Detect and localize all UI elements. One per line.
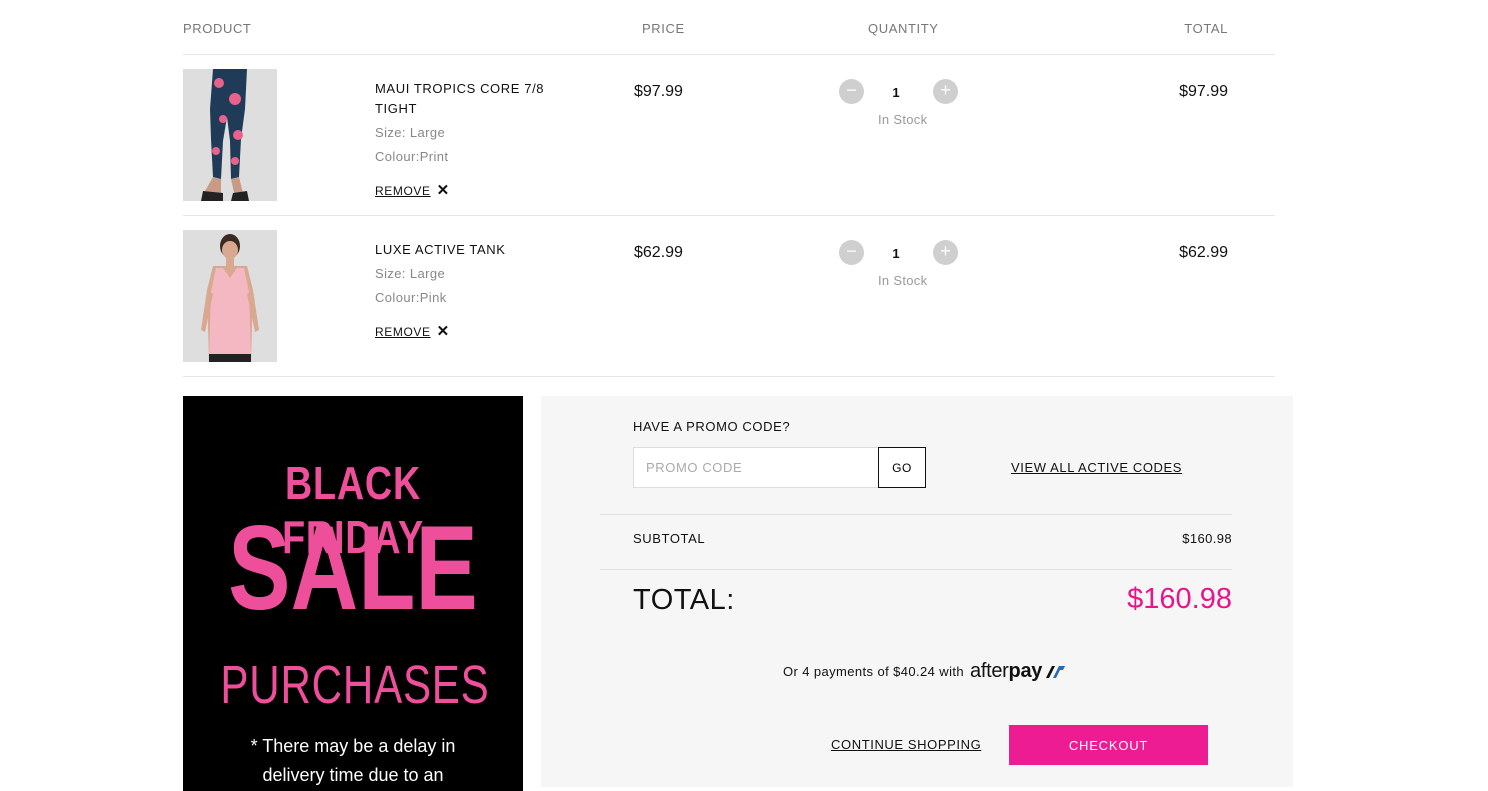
banner-line-3: PURCHASES (220, 655, 490, 715)
banner-line-2: SALE (228, 501, 478, 635)
stock-status: In Stock (878, 112, 928, 127)
banner-note: * There may be a delay in delivery time … (183, 732, 523, 790)
black-friday-banner[interactable]: BLACK FRIDAY SALE PURCHASES * There may … (183, 396, 523, 791)
decrease-quantity-button[interactable]: − (839, 79, 864, 104)
product-image-tight (183, 69, 277, 201)
total-label: TOTAL: (633, 584, 735, 616)
afterpay-text: Or 4 payments of $40.24 with (783, 664, 965, 679)
view-active-codes-link[interactable]: VIEW ALL ACTIVE CODES (1011, 460, 1182, 475)
item-price: $62.99 (634, 244, 683, 261)
increase-quantity-button[interactable]: + (933, 240, 958, 265)
product-size: Size: Large (375, 266, 446, 281)
cart-item-row: LUXE ACTIVE TANK Size: Large Colour:Pink… (183, 216, 1275, 377)
checkout-button[interactable]: CHECKOUT (1009, 725, 1208, 765)
banner-note-line-1: * There may be a delay in (250, 736, 456, 756)
quantity-stepper: − 1 + (839, 240, 959, 266)
cart-header-row: PRODUCT PRICE QUANTITY TOTAL (183, 0, 1275, 55)
order-summary: HAVE A PROMO CODE? GO VIEW ALL ACTIVE CO… (541, 396, 1293, 787)
afterpay-arrows-icon (1046, 665, 1066, 678)
divider (600, 569, 1232, 570)
product-name[interactable]: MAUI TROPICS CORE 7/8 TIGHT (375, 79, 545, 119)
stock-status: In Stock (878, 273, 928, 288)
promo-code-label: HAVE A PROMO CODE? (633, 419, 791, 434)
product-name[interactable]: LUXE ACTIVE TANK (375, 240, 545, 260)
close-icon: ✕ (436, 182, 450, 199)
product-image[interactable] (183, 69, 277, 201)
decrease-quantity-button[interactable]: − (839, 240, 864, 265)
increase-quantity-button[interactable]: + (933, 79, 958, 104)
promo-code-input[interactable] (633, 447, 878, 488)
apply-promo-button[interactable]: GO (878, 447, 926, 488)
afterpay-brand-b: pay (1008, 660, 1043, 682)
afterpay-brand-a: after (970, 660, 1009, 682)
cart-item-row: MAUI TROPICS CORE 7/8 TIGHT Size: Large … (183, 55, 1275, 216)
product-colour: Colour:Print (375, 149, 449, 164)
header-price: PRICE (642, 21, 685, 36)
remove-label: REMOVE (375, 184, 431, 198)
remove-label: REMOVE (375, 325, 431, 339)
header-quantity: QUANTITY (868, 21, 939, 36)
remove-item-button[interactable]: REMOVE ✕ (375, 181, 450, 199)
subtotal-label: SUBTOTAL (633, 531, 706, 546)
item-price: $97.99 (634, 83, 683, 100)
header-product: PRODUCT (183, 21, 252, 36)
product-colour: Colour:Pink (375, 290, 447, 305)
continue-shopping-link[interactable]: CONTINUE SHOPPING (831, 737, 981, 752)
afterpay-info: Or 4 payments of $40.24 with after pay (783, 660, 1066, 683)
product-image[interactable] (183, 230, 277, 362)
quantity-value[interactable]: 1 (885, 85, 907, 100)
close-icon: ✕ (436, 323, 450, 340)
total-value: $160.98 (1127, 583, 1232, 615)
subtotal-value: $160.98 (1182, 531, 1232, 546)
header-total: TOTAL (1184, 21, 1228, 36)
quantity-stepper: − 1 + (839, 79, 959, 105)
item-total: $97.99 (1179, 83, 1228, 100)
divider (600, 514, 1232, 515)
quantity-value[interactable]: 1 (885, 246, 907, 261)
product-image-tank (183, 230, 277, 362)
banner-note-line-2: delivery time due to an (262, 765, 444, 785)
remove-item-button[interactable]: REMOVE ✕ (375, 322, 450, 340)
afterpay-logo[interactable]: after pay (970, 660, 1066, 683)
product-size: Size: Large (375, 125, 446, 140)
item-total: $62.99 (1179, 244, 1228, 261)
cart-table: PRODUCT PRICE QUANTITY TOTAL MAUI TROPIC… (183, 0, 1275, 377)
